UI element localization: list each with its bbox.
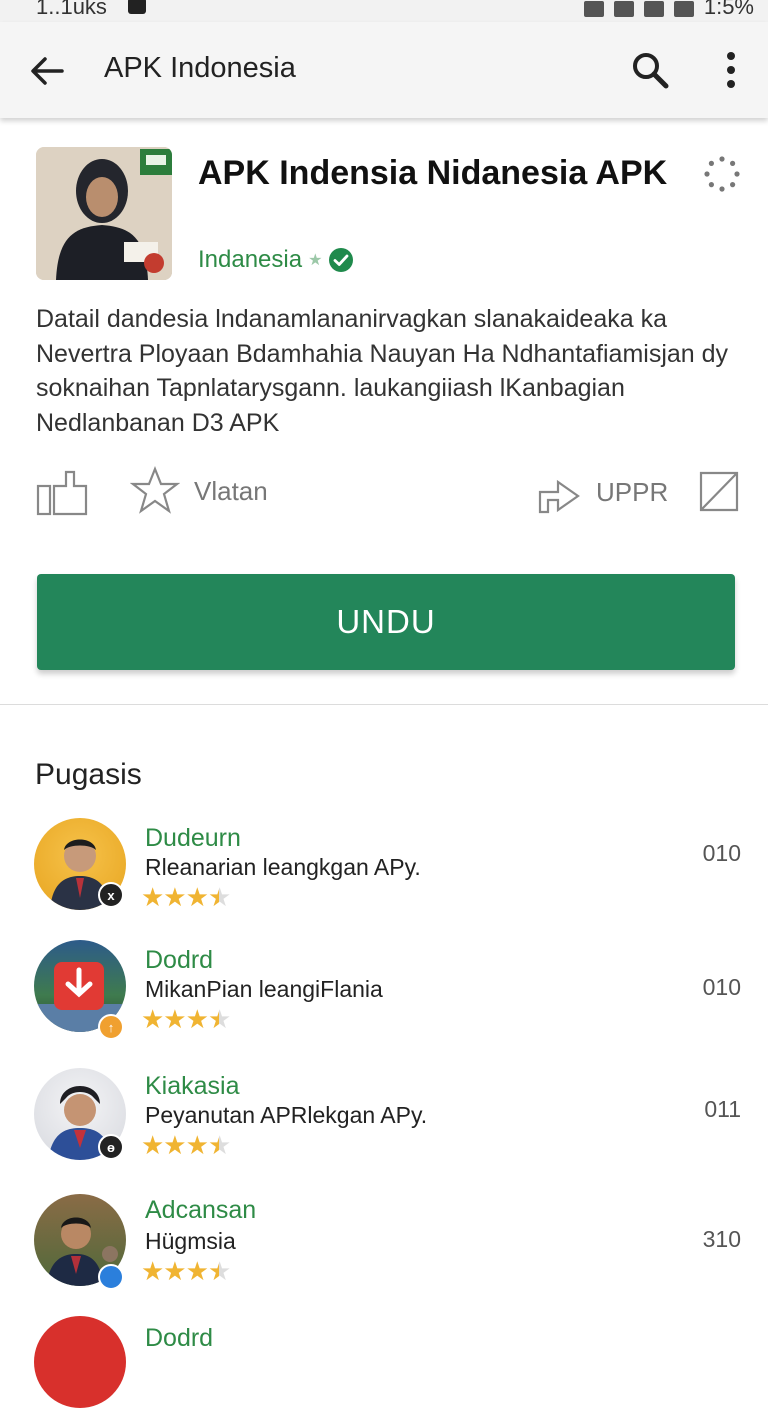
star-icon: ★	[308, 252, 323, 269]
status-bar: 1..1uks 1:5%	[0, 0, 768, 22]
share-button[interactable]: UPPR	[538, 466, 668, 518]
share-label: UPPR	[596, 476, 669, 507]
flag-button[interactable]	[698, 470, 740, 514]
reviewer-name: Dodrd	[145, 946, 214, 974]
wifi-icon	[613, 1, 634, 17]
signal-icon	[643, 1, 664, 17]
developer-row[interactable]: Indanesia ★	[198, 246, 354, 274]
divider	[0, 704, 768, 705]
review-text: Rleanarian leangkgan APy.	[145, 854, 421, 880]
status-time: 1..1uks	[36, 0, 107, 19]
loading-icon	[704, 156, 740, 192]
share-icon	[538, 479, 580, 514]
like-button[interactable]	[36, 466, 88, 518]
report-icon	[699, 471, 739, 512]
reviewer-name: Dudeurn	[145, 824, 241, 852]
review-text: Peyanutan APRlekgan APy.	[145, 1102, 428, 1128]
avatar-badge: ↑	[98, 1014, 124, 1040]
status-icons: 1:5%	[583, 0, 754, 20]
app-name: APK Indensia Nidanesia APK	[198, 154, 668, 192]
search-icon[interactable]	[628, 48, 672, 92]
review-item[interactable]: ↑ Dodrd MikanPian leangiFlania ★★★★ 010	[0, 940, 768, 1050]
avatar-badge: ɵ	[98, 1134, 124, 1160]
install-button[interactable]: UNDU	[37, 574, 735, 670]
avatar-badge	[98, 1264, 124, 1290]
thumbnail-image	[36, 147, 172, 280]
reviewer-name: Adcansan	[145, 1196, 257, 1224]
review-item[interactable]: Adcansan Hügmsia ★★★★ 310	[0, 1194, 768, 1304]
avatar	[34, 1316, 126, 1408]
rate-button[interactable]: Vlatan	[130, 466, 268, 516]
reviewer-name: Kiakasia	[145, 1072, 240, 1100]
star-rating: ★★★★	[141, 1004, 231, 1034]
star-outline-icon	[130, 466, 180, 514]
rate-label: Vlatan	[194, 475, 268, 506]
reviewer-name: Dodrd	[145, 1324, 214, 1352]
arrow-left-icon[interactable]	[26, 50, 68, 92]
reviews-title: Pugasis	[35, 758, 142, 791]
lock-icon	[128, 0, 146, 14]
review-count: 310	[702, 1226, 741, 1252]
star-rating: ★★★★	[141, 1256, 231, 1286]
avatar-badge: x	[98, 882, 124, 908]
star-rating: ★★★★	[141, 1130, 231, 1160]
battery-level: 1:5%	[703, 0, 754, 19]
verified-icon	[329, 248, 354, 272]
review-item[interactable]: ɵ Kiakasia Peyanutan APRlekgan APy. ★★★★…	[0, 1068, 768, 1178]
mute-icon	[583, 1, 604, 17]
review-text: Hügmsia	[145, 1228, 236, 1254]
review-count: 010	[702, 840, 741, 866]
more-vert-icon[interactable]	[716, 48, 746, 92]
review-count: 010	[702, 974, 741, 1000]
developer-name[interactable]: Indanesia	[198, 246, 302, 274]
battery-icon	[673, 1, 694, 17]
review-text: MikanPian leangiFlania	[145, 976, 383, 1002]
review-item[interactable]: Dodrd	[0, 1316, 768, 1426]
review-count: 011	[704, 1096, 741, 1122]
install-label: UNDU	[336, 603, 436, 640]
app-bar-title: APK Indonesia	[104, 52, 296, 84]
thumbs-up-icon	[36, 470, 88, 516]
app-description: Datail dandesia lndanamlananirvagkan sla…	[36, 305, 729, 437]
review-item[interactable]: x Dudeurn Rleanarian leangkgan APy. ★★★★…	[0, 818, 768, 928]
app-thumbnail	[36, 147, 172, 280]
star-rating: ★★★★	[141, 882, 231, 912]
app-bar: APK Indonesia	[0, 22, 768, 118]
